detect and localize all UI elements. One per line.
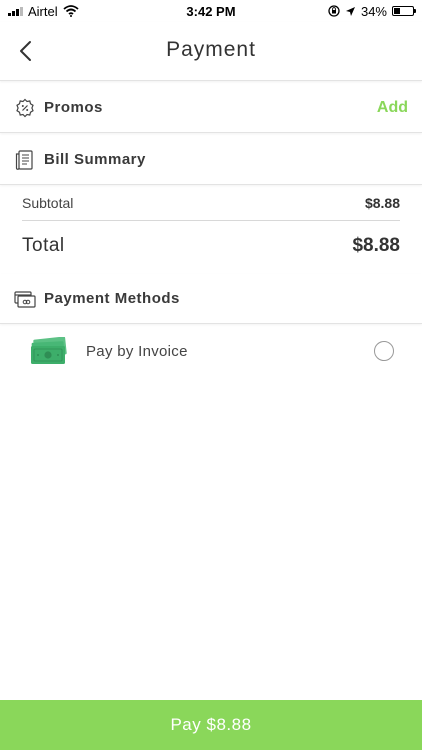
payment-methods-label: Payment Methods [44,290,180,307]
promos-section: Promos Add [0,83,422,133]
subtotal-label: Subtotal [22,195,74,211]
add-promo-button[interactable]: Add [377,99,408,117]
status-left: Airtel [8,4,79,19]
promos-label: Promos [44,99,103,116]
wifi-icon [63,5,79,17]
battery-icon [392,6,416,16]
page-title: Payment [166,38,256,61]
payment-option-radio[interactable] [374,341,394,361]
total-value: $8.88 [352,235,400,256]
subtotal-value: $8.88 [364,195,400,211]
subtotal-row: Subtotal $8.88 [22,185,400,221]
signal-icon [8,6,23,16]
total-label: Total [22,235,65,256]
cash-icon [31,337,67,364]
promo-tag-icon [14,97,36,119]
bill-summary-label: Bill Summary [44,151,146,168]
bill-summary-section: Bill Summary [0,135,422,185]
carrier-name: Airtel [28,3,58,19]
navigation-bar: Payment [0,22,422,81]
status-right: 34% [328,3,416,19]
payment-option-label: Pay by Invoice [86,342,188,360]
payment-option-invoice[interactable]: Pay by Invoice [0,323,422,379]
location-arrow-icon [345,6,355,16]
credit-card-icon [14,288,36,310]
status-bar: Airtel 3:42 PM 34% [0,0,422,22]
receipt-icon [14,149,36,171]
total-row: Total $8.88 [22,221,400,271]
pay-button[interactable]: Pay $8.88 [0,700,422,750]
battery-percent: 34% [360,3,387,19]
payment-methods-section: Payment Methods [0,274,422,324]
orientation-lock-icon [328,5,340,17]
